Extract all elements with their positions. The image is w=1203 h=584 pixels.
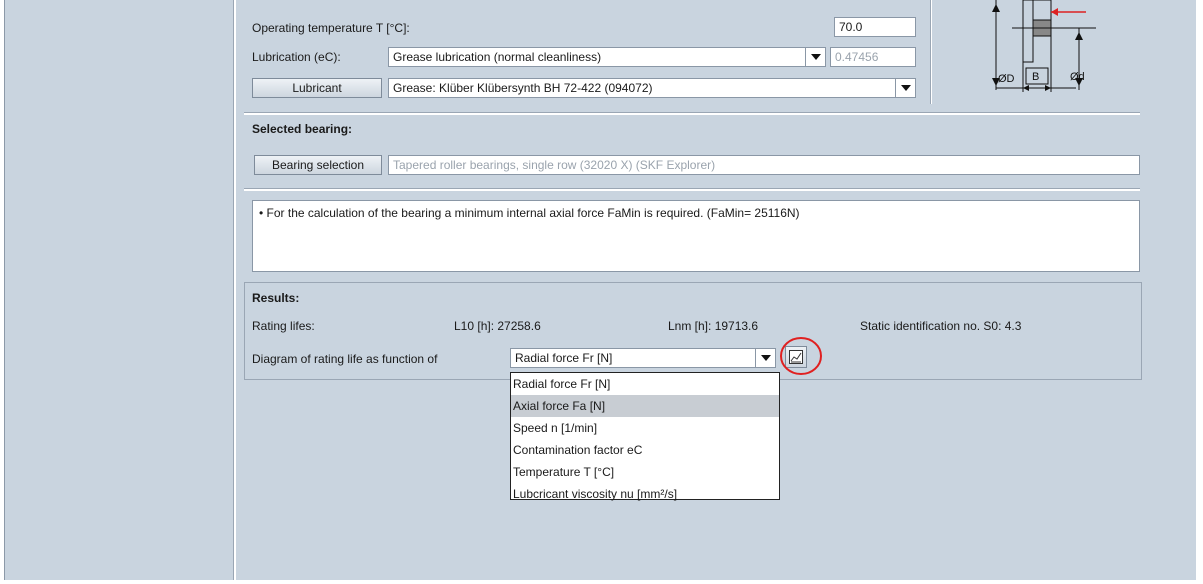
lubricant-button[interactable]: Lubricant	[252, 78, 382, 98]
dropdown-option-temperature[interactable]: Temperature T [°C]	[511, 461, 779, 483]
chevron-down-icon[interactable]	[895, 79, 915, 97]
bearing-calculation-panel: Operating temperature T [°C]: 70.0 Lubri…	[236, 0, 1196, 580]
operating-temperature-input[interactable]: 70.0	[834, 17, 916, 37]
operating-temperature-label: Operating temperature T [°C]:	[252, 21, 410, 35]
rating-lifes-label: Rating lifes:	[252, 319, 315, 333]
chevron-down-icon[interactable]	[805, 48, 825, 66]
results-heading: Results:	[252, 291, 300, 305]
lubrication-ec-value: 0.47456	[830, 47, 916, 67]
bearing-diagram-icon: B ØD Ød	[992, 0, 1096, 92]
dropdown-option-lubricant-viscosity[interactable]: Lubcricant viscosity nu [mm²/s]	[511, 483, 779, 505]
selected-bearing-field: Tapered roller bearings, single row (320…	[388, 155, 1140, 175]
dropdown-option-contamination-factor[interactable]: Contamination factor eC	[511, 439, 779, 461]
width-label: B	[1032, 71, 1039, 83]
divider	[931, 0, 932, 104]
selected-bearing-heading: Selected bearing:	[252, 122, 353, 136]
section-separator	[244, 112, 1140, 115]
lubricant-select[interactable]: Grease: Klüber Klübersynth BH 72-422 (09…	[388, 78, 916, 98]
dropdown-option-axial-force[interactable]: Axial force Fa [N]	[511, 395, 779, 417]
chevron-down-icon[interactable]	[755, 349, 775, 367]
annotation-circle	[780, 337, 822, 375]
lnm-value: Lnm [h]: 19713.6	[668, 319, 759, 333]
diagram-function-selected: Radial force Fr [N]	[515, 351, 613, 365]
inner-diameter-label: Ød	[1070, 71, 1085, 83]
bearing-selection-button[interactable]: Bearing selection	[254, 155, 382, 175]
section-separator	[244, 188, 1140, 191]
lubrication-select[interactable]: Grease lubrication (normal cleanliness)	[388, 47, 826, 67]
diagram-function-select[interactable]: Radial force Fr [N]	[510, 348, 776, 368]
lubrication-select-value: Grease lubrication (normal cleanliness)	[393, 50, 602, 64]
diagram-label: Diagram of rating life as function of	[252, 352, 438, 366]
outer-diameter-label: ØD	[998, 73, 1015, 85]
dropdown-option-radial-force[interactable]: Radial force Fr [N]	[511, 373, 779, 395]
l10-value: L10 [h]: 27258.6	[454, 319, 541, 333]
lubricant-select-value: Grease: Klüber Klübersynth BH 72-422 (09…	[393, 81, 653, 95]
calculation-messages: • For the calculation of the bearing a m…	[252, 200, 1140, 272]
dropdown-option-speed[interactable]: Speed n [1/min]	[511, 417, 779, 439]
annotation-circle-shape	[780, 337, 822, 375]
static-s0-value: Static identification no. S0: 4.3	[860, 319, 1022, 333]
lubrication-label: Lubrication (eC):	[252, 50, 341, 64]
diagram-function-dropdown-list[interactable]: Radial force Fr [N] Axial force Fa [N] S…	[510, 372, 780, 501]
left-navigation-panel	[4, 0, 234, 580]
